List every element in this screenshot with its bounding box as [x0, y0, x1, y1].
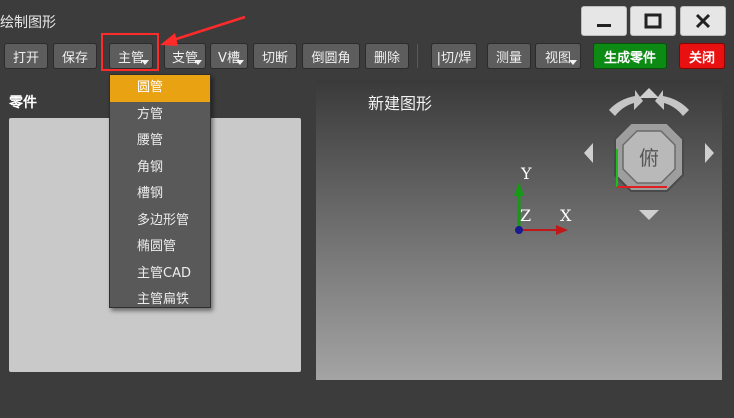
open-button[interactable]: 打开	[4, 43, 48, 69]
annotation-arrow	[160, 15, 246, 46]
generate-part-label: 生成零件	[603, 50, 656, 66]
view-label: 视图	[544, 50, 571, 66]
rotate-up-arrow[interactable]	[639, 88, 659, 98]
dropdown-item-waist-pipe[interactable]: 腰管	[110, 128, 210, 155]
maximize-button[interactable]	[630, 6, 676, 36]
minimize-icon	[597, 24, 611, 27]
axis-y-label: Y	[521, 164, 532, 183]
dropdown-item-main-pipe-flat-iron[interactable]: 主管扁铁	[110, 287, 210, 314]
dropdown-item-square-pipe[interactable]: 方管	[110, 102, 210, 129]
close-icon	[695, 13, 711, 29]
rotate-cw-arrow[interactable]	[655, 90, 689, 116]
dropdown-item-channel-steel[interactable]: 槽钢	[110, 181, 210, 208]
chamfer-label: 倒圆角	[311, 50, 351, 66]
generate-part-button[interactable]: 生成零件	[593, 43, 667, 69]
dropdown-arrow-icon	[194, 60, 202, 65]
dropdown-arrow-icon	[569, 60, 577, 65]
toolbar-separator	[417, 44, 418, 68]
view-face-label: 俯	[639, 146, 659, 170]
dropdown-arrow-icon	[236, 60, 244, 65]
cut-weld-label: |切/焊	[436, 50, 472, 66]
minimize-button[interactable]	[581, 6, 627, 36]
view-cube[interactable]: 俯	[581, 85, 716, 224]
dropdown-item-ellipse-pipe[interactable]: 椭圆管	[110, 234, 210, 261]
parts-label: 零件	[9, 95, 37, 111]
main-pipe-dropdown: 圆管 方管 腰管 角钢 槽钢 多边形管 椭圆管 主管CAD 主管扁铁	[109, 74, 211, 308]
close-label: 关闭	[688, 50, 715, 66]
draw-shape-window: 绘制图形 打开 保存 主管 支管 V槽 切断 倒圆角 删除 |切/焊 测量 视图…	[0, 0, 734, 418]
axis-z-label: Z	[520, 206, 532, 225]
close-window-button[interactable]	[680, 6, 726, 36]
cut-off-label: 切断	[261, 50, 288, 66]
open-label: 打开	[12, 50, 39, 66]
view-cube-icon: 俯	[584, 88, 714, 220]
dropdown-item-round-pipe[interactable]: 圆管	[110, 75, 210, 102]
chamfer-button[interactable]: 倒圆角	[302, 43, 360, 69]
cut-weld-button[interactable]: |切/焊	[431, 43, 477, 69]
axis-x-label: X	[560, 206, 572, 225]
measure-button[interactable]: 测量	[487, 43, 531, 69]
rotate-ccw-arrow[interactable]	[609, 90, 643, 116]
cut-off-button[interactable]: 切断	[253, 43, 297, 69]
close-button[interactable]: 关闭	[679, 43, 725, 69]
save-label: 保存	[61, 50, 88, 66]
viewport-title: 新建图形	[368, 94, 433, 113]
measure-label: 测量	[495, 50, 522, 66]
rotate-right-arrow[interactable]	[705, 143, 714, 163]
view-button[interactable]: 视图	[535, 43, 581, 69]
rotate-left-arrow[interactable]	[584, 143, 593, 163]
window-title: 绘制图形	[0, 15, 56, 31]
drawing-viewport[interactable]: 新建图形 Y Z X 俯	[316, 80, 722, 380]
dropdown-item-main-pipe-cad[interactable]: 主管CAD	[110, 261, 210, 288]
delete-button[interactable]: 删除	[365, 43, 409, 69]
maximize-icon	[644, 13, 662, 29]
delete-label: 删除	[373, 50, 400, 66]
dropdown-item-angle-steel[interactable]: 角钢	[110, 155, 210, 182]
save-button[interactable]: 保存	[53, 43, 97, 69]
rotate-down-arrow[interactable]	[639, 210, 659, 220]
dropdown-item-polygon-pipe[interactable]: 多边形管	[110, 208, 210, 235]
